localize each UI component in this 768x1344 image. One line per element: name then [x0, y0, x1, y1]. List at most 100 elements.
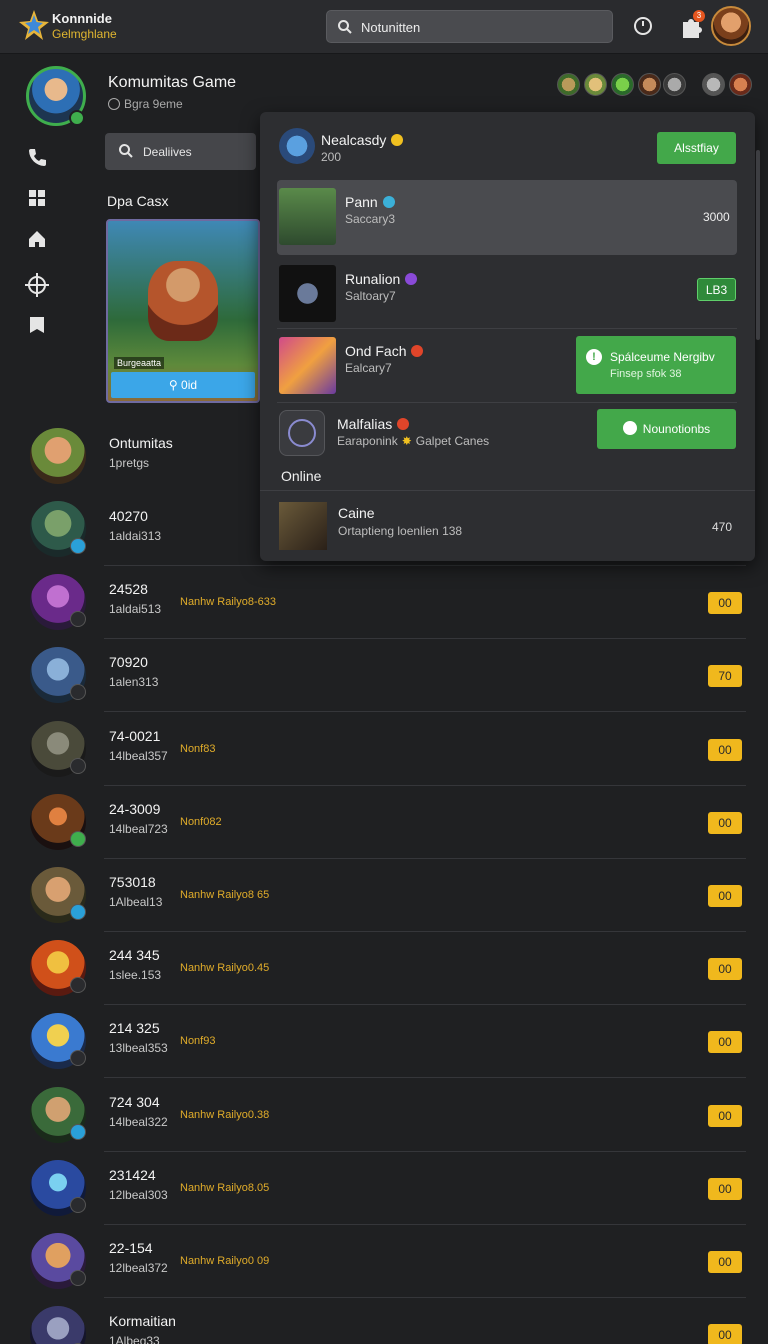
panel-thumb: [279, 502, 327, 550]
member-avatar[interactable]: [663, 73, 686, 96]
list-row[interactable]: 214 325 13lbeal353 Nonf93 00: [0, 1005, 768, 1079]
list-row[interactable]: 74-0021 14lbeal357 Nonf83 00: [0, 713, 768, 786]
panel-item-sub: Ortaptieng loenlien 138: [338, 524, 463, 538]
phone-icon[interactable]: [26, 146, 48, 168]
member-avatar[interactable]: [638, 73, 661, 96]
member-avatar[interactable]: [702, 73, 725, 96]
online-section-label: Online: [281, 468, 322, 484]
logo-title: Konnnide: [52, 11, 112, 26]
search-input[interactable]: Notunitten: [361, 20, 420, 35]
list-row-title: 74-0021: [109, 727, 161, 744]
panel-item-name: Caine: [338, 505, 375, 521]
link-icon: ⚲: [168, 378, 182, 392]
list-row-badge-button[interactable]: 00: [708, 592, 742, 615]
member-avatar[interactable]: [584, 73, 607, 96]
status-icon: [70, 977, 86, 994]
panel-item-name-text: Nealcasdy: [321, 132, 387, 148]
list-row-badge-button[interactable]: 70: [708, 665, 742, 688]
list-row[interactable]: 70920 1alen313 70: [0, 639, 768, 713]
status-icon: [70, 684, 86, 701]
check-icon: [622, 421, 637, 435]
list-row-detail: Nanhw Railyo0.38: [180, 1108, 270, 1121]
settings-icon: [108, 98, 120, 110]
panel-item-name: Malfalias: [337, 416, 410, 432]
sidebar-search-input[interactable]: Dealiives: [143, 145, 192, 159]
list-row-badge-button[interactable]: 00: [708, 811, 742, 834]
list-row-detail: Nanhw Railyo0.45: [180, 962, 270, 975]
list-avatar[interactable]: [30, 1306, 86, 1344]
member-avatar[interactable]: [729, 73, 752, 96]
medal-icon: [288, 419, 316, 447]
list-row-badge-button[interactable]: 00: [708, 1031, 742, 1054]
home-icon[interactable]: [26, 228, 48, 250]
panel-item[interactable]: Nealcasdy 200 Alsstfiay: [277, 126, 737, 170]
list-row[interactable]: 22-154 12lbeal372 Nanhw Railyo0 09 00: [0, 1225, 768, 1298]
panel-online-item[interactable]: Caine Ortaptieng loenlien 138 470: [277, 498, 737, 552]
list-row-badge-button[interactable]: 00: [708, 1324, 742, 1344]
status-icon: [70, 830, 86, 847]
sidebar-search[interactable]: Dealiives: [105, 133, 256, 170]
member-avatar[interactable]: [611, 73, 634, 96]
scrollbar[interactable]: [756, 150, 760, 340]
verified-badge-icon: [397, 418, 410, 430]
list-row-subtitle: 13lbeal353: [109, 1041, 168, 1056]
list-row-subtitle: 1Albeal13: [109, 895, 163, 909]
status-icon: [70, 538, 86, 554]
list-row[interactable]: Kormaitian 1Albeg33 00: [0, 1298, 768, 1344]
crosshair-icon[interactable]: [24, 272, 50, 298]
panel-action-button[interactable]: Nounotionbs: [597, 409, 736, 449]
panel-item[interactable]: Runalion Saltoary7 LB3: [277, 262, 737, 330]
panel-action-label: Nounotionbs: [642, 422, 711, 436]
panel-item[interactable]: Malfalias Earaponink ✸ Galpet Canes Nounot…: [277, 408, 737, 456]
list-row[interactable]: 753018 1Albeal13 Nanhw Railyo8 65 00: [0, 859, 768, 932]
panel-item[interactable]: Ond Fach Ealcary7 ! Spálceume Nergibv Fi…: [277, 334, 737, 402]
list-row[interactable]: 24528 1aldai513 Nanhw Railyo8-633 00: [0, 566, 768, 640]
list-row-detail: Nanhw Railyo8-633: [180, 596, 276, 609]
member-avatar[interactable]: [557, 73, 580, 96]
grid-icon[interactable]: [26, 187, 48, 209]
featured-play-button[interactable]: ⚲ 0id: [111, 372, 255, 398]
divider: [260, 490, 755, 491]
list-row[interactable]: 244 345 1slee.153 Nanhw Railyo0.45 00: [0, 932, 768, 1006]
list-row-detail: Nonf082: [180, 815, 222, 828]
verified-badge-icon: [405, 273, 418, 285]
list-row-subtitle: 14lbeal723: [109, 821, 168, 836]
list-row-badge-button[interactable]: 00: [708, 958, 742, 981]
panel-item-selected[interactable]: Pann Saccary3 3000: [277, 180, 737, 255]
list-row-subtitle: 12lbeal372: [109, 1261, 168, 1275]
list-row-title: 24-3009: [109, 800, 161, 817]
panel-item-name-text: Runalion: [345, 271, 401, 287]
list-row-badge-button[interactable]: 00: [708, 1104, 742, 1127]
panel-action-button[interactable]: Alsstfiay: [657, 132, 736, 164]
panel-action-button[interactable]: ! Spálceume Nergibv Finsep sfok 38: [576, 336, 736, 394]
list-row-title: 70920: [109, 654, 148, 671]
panel-item-name: Pann: [345, 194, 395, 210]
list-row-title: 214 325: [109, 1020, 160, 1037]
list-row-badge-button[interactable]: 00: [708, 1251, 742, 1273]
game-art: [148, 261, 218, 341]
logo-subtitle: Gelmghlane: [52, 27, 117, 41]
bookmark-icon[interactable]: [26, 314, 48, 336]
user-avatar[interactable]: [711, 6, 751, 46]
list-row-badge-button[interactable]: 00: [708, 1177, 742, 1200]
app-logo[interactable]: Konnnide Gelmghlane: [18, 7, 128, 45]
clock-icon[interactable]: [631, 14, 655, 38]
list-row-badge-button[interactable]: 00: [708, 885, 742, 907]
list-avatar: [30, 428, 86, 484]
panel-item-sub-text: Earaponink: [337, 434, 398, 448]
list-row-title: 244 345: [109, 947, 160, 964]
verified-badge-icon: [391, 134, 404, 146]
list-row[interactable]: 24-3009 14lbeal723 Nonf082 00: [0, 786, 768, 859]
panel-item-name-text: Pann: [345, 194, 378, 210]
panel-action-button[interactable]: LB3: [697, 278, 736, 301]
group-title: Komumitas Game: [108, 74, 237, 91]
list-row[interactable]: 231424 12lbeal303 Nanhw Railyo8.05 00: [0, 1152, 768, 1225]
featured-game-card[interactable]: Burgeaatta ⚲ 0id: [106, 219, 260, 403]
list-row-detail: Nanhw Railyo8 65: [180, 889, 270, 901]
panel-action-line1: Spálceume Nergibv: [610, 350, 715, 364]
list-row-title: 24528: [109, 581, 148, 598]
panel-item-sub: 200: [321, 150, 342, 164]
list-row-badge-button[interactable]: 00: [708, 738, 742, 761]
top-search-bar[interactable]: Notunitten: [326, 10, 613, 43]
list-row[interactable]: 724 304 14lbeal322 Nanhw Railyo0.38 00: [0, 1079, 768, 1152]
